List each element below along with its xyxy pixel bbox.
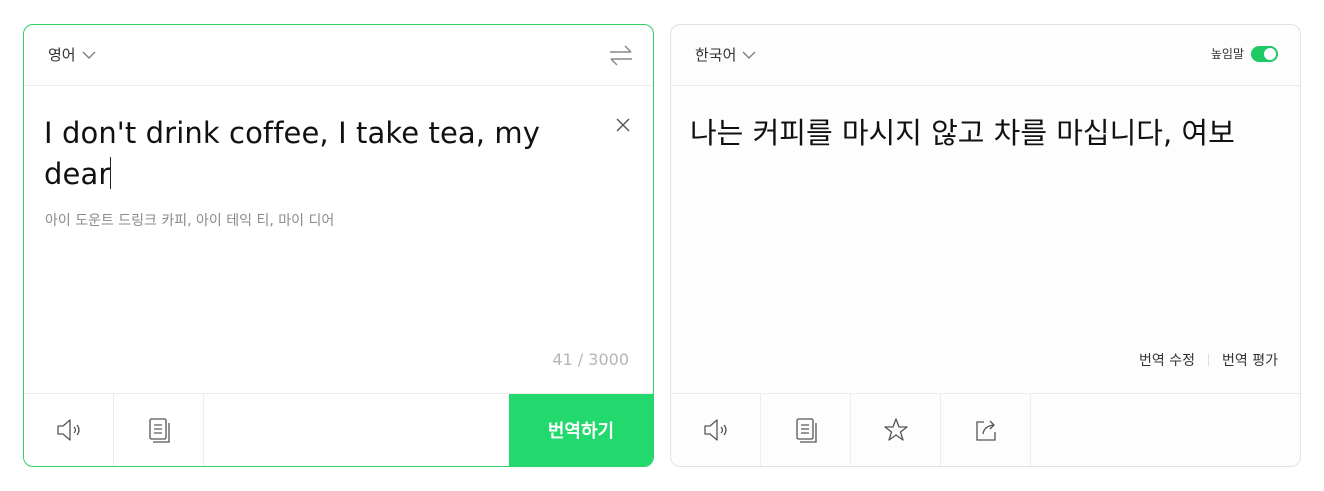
favorite-button[interactable] (851, 394, 941, 466)
source-copy-button[interactable] (114, 394, 204, 466)
source-text-input[interactable]: I don't drink coffee, I take tea, my dea… (44, 113, 604, 195)
honorific-control: 높임말 (1211, 45, 1278, 62)
honorific-toggle[interactable] (1251, 45, 1278, 62)
swap-icon[interactable] (608, 42, 634, 68)
speaker-icon (56, 419, 80, 441)
chevron-down-icon (82, 51, 96, 59)
source-text: I don't drink coffee, I take tea, my dea… (44, 116, 541, 191)
edit-translation-link[interactable]: 번역 수정 (1139, 350, 1195, 370)
target-listen-button[interactable] (671, 394, 761, 466)
target-copy-button[interactable] (761, 394, 851, 466)
source-panel: 영어 I don't drink coffee, I take tea, my … (23, 24, 654, 467)
text-caret (110, 157, 112, 189)
translate-button[interactable]: 번역하기 (509, 394, 653, 466)
source-footer: 번역하기 (24, 393, 653, 466)
toggle-knob (1264, 47, 1276, 60)
target-header: 한국어 높임말 (671, 25, 1300, 86)
star-icon (883, 418, 908, 441)
source-language-label: 영어 (48, 46, 76, 64)
honorific-label: 높임말 (1210, 47, 1244, 61)
speaker-icon (703, 419, 727, 441)
copy-icon (148, 418, 170, 443)
copy-icon (795, 418, 817, 443)
share-button[interactable] (941, 394, 1031, 466)
feedback-divider (1208, 354, 1210, 366)
rate-translation-link[interactable]: 번역 평가 (1222, 350, 1278, 370)
char-count: 41 / 3000 (552, 350, 629, 369)
source-pronunciation: 아이 도운트 드링크 카피, 아이 테익 티, 마이 디어 (45, 213, 335, 229)
source-language-select[interactable]: 영어 (48, 44, 96, 65)
clear-icon[interactable] (613, 115, 633, 135)
feedback-links: 번역 수정 번역 평가 (1139, 350, 1278, 370)
translated-text: 나는 커피를 마시지 않고 차를 마십니다, 여보 (690, 116, 1235, 150)
share-icon (975, 420, 996, 441)
source-listen-button[interactable] (24, 394, 114, 466)
target-footer (671, 393, 1300, 466)
source-header: 영어 (24, 25, 653, 86)
chevron-down-icon (742, 51, 756, 59)
target-language-select[interactable]: 한국어 (695, 44, 756, 65)
target-language-label: 한국어 (695, 46, 737, 64)
target-panel: 한국어 높임말 나는 커피를 마시지 않고 차를 마십니다, 여보 번역 수정 … (670, 24, 1301, 467)
